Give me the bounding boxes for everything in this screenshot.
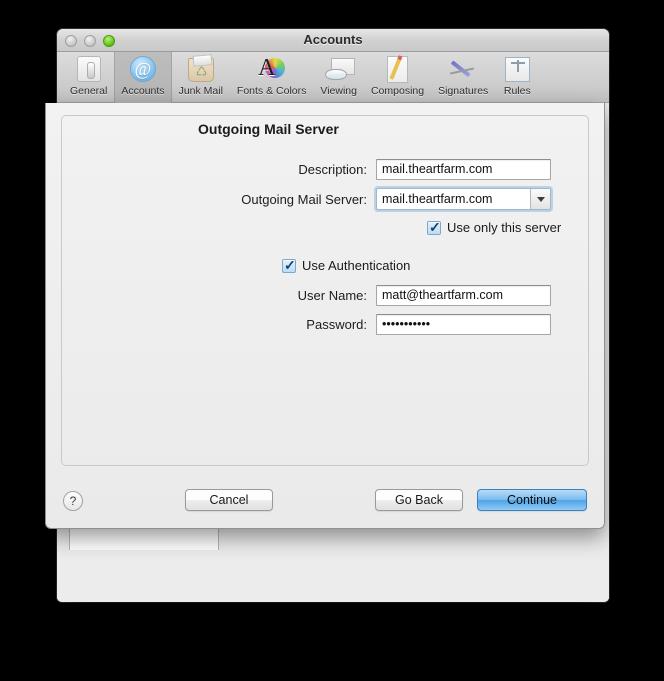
trash-bag-icon <box>186 55 216 84</box>
rules-arrows-icon <box>502 55 532 84</box>
checkmark-icon <box>282 257 296 274</box>
use-authentication-checkbox[interactable]: Use Authentication <box>282 257 411 274</box>
outgoing-mail-server-sheet: Outgoing Mail Server Description: mail.t… <box>45 103 605 529</box>
toolbar-item-signatures[interactable]: Signatures <box>431 52 495 103</box>
at-sign-icon: @ <box>128 55 158 84</box>
continue-button[interactable]: Continue <box>477 489 587 511</box>
toolbar-label-fonts-colors: Fonts & Colors <box>236 85 307 97</box>
toolbar-item-fonts-colors[interactable]: Fonts & Colors <box>230 52 313 103</box>
sheet-heading: Outgoing Mail Server <box>198 121 339 137</box>
checkmark-icon <box>427 219 441 236</box>
pencil-notepad-icon <box>383 55 413 84</box>
font-color-wheel-icon <box>257 55 287 84</box>
toolbar-label-junk-mail: Junk Mail <box>178 85 223 97</box>
window-titlebar: Accounts <box>57 29 609 52</box>
window-footer <box>57 550 609 602</box>
user-name-row: User Name: matt@theartfarm.com <box>46 285 604 306</box>
use-authentication-label: Use Authentication <box>302 258 411 273</box>
glasses-card-icon <box>324 55 355 84</box>
user-name-input[interactable]: matt@theartfarm.com <box>376 285 551 306</box>
fountain-pen-icon <box>448 55 478 84</box>
toolbar-item-rules[interactable]: Rules <box>495 52 539 103</box>
toolbar-label-general: General <box>70 85 108 97</box>
use-only-this-server-label: Use only this server <box>447 220 562 235</box>
window-title: Accounts <box>303 32 363 47</box>
password-row: Password: ••••••••••• <box>46 314 604 335</box>
use-only-this-server-checkbox[interactable]: Use only this server <box>427 219 562 236</box>
description-row: Description: mail.theartfarm.com <box>46 159 604 180</box>
outgoing-mail-server-value: mail.theartfarm.com <box>382 192 493 206</box>
toolbar-item-general[interactable]: General <box>63 52 114 103</box>
toolbar-label-signatures: Signatures <box>438 85 489 97</box>
outgoing-mail-server-label: Outgoing Mail Server: <box>241 191 367 207</box>
toolbar-item-accounts[interactable]: @ Accounts <box>114 52 172 103</box>
user-name-label: User Name: <box>297 288 367 303</box>
toolbar-label-viewing: Viewing <box>320 85 357 97</box>
cancel-button[interactable]: Cancel <box>185 489 273 511</box>
toolbar-item-viewing[interactable]: Viewing <box>313 52 364 103</box>
description-input[interactable]: mail.theartfarm.com <box>376 159 551 180</box>
toolbar-label-composing: Composing <box>370 85 425 97</box>
toolbar-item-junk-mail[interactable]: Junk Mail <box>172 52 230 103</box>
outgoing-mail-server-row: Outgoing Mail Server: mail.theartfarm.co… <box>46 188 604 210</box>
sheet-help-button[interactable]: ? <box>63 491 83 511</box>
toolbar-label-accounts: Accounts <box>121 85 165 97</box>
go-back-button[interactable]: Go Back <box>375 489 463 511</box>
toolbar-item-composing[interactable]: Composing <box>364 52 431 103</box>
description-label: Description: <box>298 162 367 177</box>
outgoing-mail-server-combobox[interactable]: mail.theartfarm.com <box>376 188 551 210</box>
preferences-toolbar: General @ Accounts Junk Mail Fonts & Col… <box>57 52 609 103</box>
general-switch-icon <box>74 55 104 84</box>
toolbar-label-rules: Rules <box>503 85 531 97</box>
chevron-down-icon[interactable] <box>530 189 550 209</box>
password-input[interactable]: ••••••••••• <box>376 314 551 335</box>
desktop-backdrop: Accounts General @ Accounts Junk Mail Fo… <box>0 0 664 681</box>
password-label: Password: <box>306 317 367 332</box>
